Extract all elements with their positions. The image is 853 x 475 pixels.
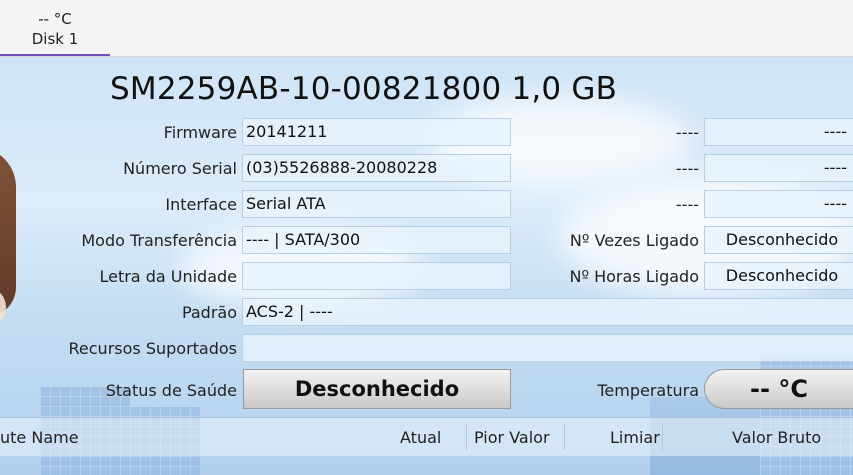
temperature-button[interactable]: -- °C: [704, 369, 853, 409]
extra-label-2: ----: [675, 159, 699, 178]
power-on-count-value: Desconhecido: [704, 226, 853, 254]
disk-title: SM2259AB-10-00821800 1,0 GB: [110, 71, 618, 107]
standard-value: ACS-2 | ----: [242, 298, 853, 326]
disk-tab-label: Disk 1: [31, 30, 79, 48]
extra-value-3: ----: [704, 190, 853, 218]
interface-value: Serial ATA: [242, 190, 511, 218]
transfer-mode-label: Modo Transferência: [81, 231, 237, 250]
features-label: Recursos Suportados: [68, 339, 237, 358]
power-on-count-label: Nº Vezes Ligado: [569, 231, 699, 250]
power-on-hours-value: Desconhecido: [704, 262, 853, 290]
disk-tab-strip: -- °C Disk 1: [0, 0, 853, 57]
column-worst[interactable]: Pior Valor: [474, 428, 550, 447]
health-status-label: Status de Saúde: [105, 381, 237, 400]
drive-letter-value: [242, 262, 511, 290]
column-current[interactable]: Atual: [400, 428, 441, 447]
temperature-label: Temperatura: [597, 381, 699, 400]
disk-tab-1[interactable]: -- °C Disk 1: [0, 0, 110, 56]
serial-label: Número Serial: [123, 159, 237, 178]
standard-label: Padrão: [181, 303, 237, 322]
power-on-hours-label: Nº Horas Ligado: [569, 267, 699, 286]
health-status-button[interactable]: Desconhecido: [243, 369, 511, 409]
transfer-mode-value: ---- | SATA/300: [242, 226, 511, 254]
extra-label-3: ----: [675, 195, 699, 214]
firmware-label: Firmware: [163, 123, 237, 142]
column-separator: [662, 424, 663, 450]
column-attribute-name[interactable]: ute Name: [0, 428, 79, 447]
disk-tab-temp: -- °C: [38, 10, 72, 28]
extra-value-2: ----: [704, 154, 853, 182]
character-hair-decoration: [0, 147, 16, 317]
column-separator: [564, 424, 565, 450]
column-raw-value[interactable]: Valor Bruto: [732, 428, 821, 447]
column-separator: [466, 424, 467, 450]
extra-value-1: ----: [704, 118, 853, 146]
features-value: [242, 334, 853, 362]
disk-info-panel: SM2259AB-10-00821800 1,0 GB Firmware 201…: [0, 57, 853, 475]
column-threshold[interactable]: Limiar: [610, 428, 660, 447]
extra-label-1: ----: [675, 123, 699, 142]
smart-table-header: ute Name Atual Pior Valor Limiar Valor B…: [0, 417, 853, 456]
interface-label: Interface: [165, 195, 237, 214]
drive-letter-label: Letra da Unidade: [99, 267, 237, 286]
firmware-value: 20141211: [242, 118, 511, 146]
serial-value: (03)5526888-20080228: [242, 154, 511, 182]
